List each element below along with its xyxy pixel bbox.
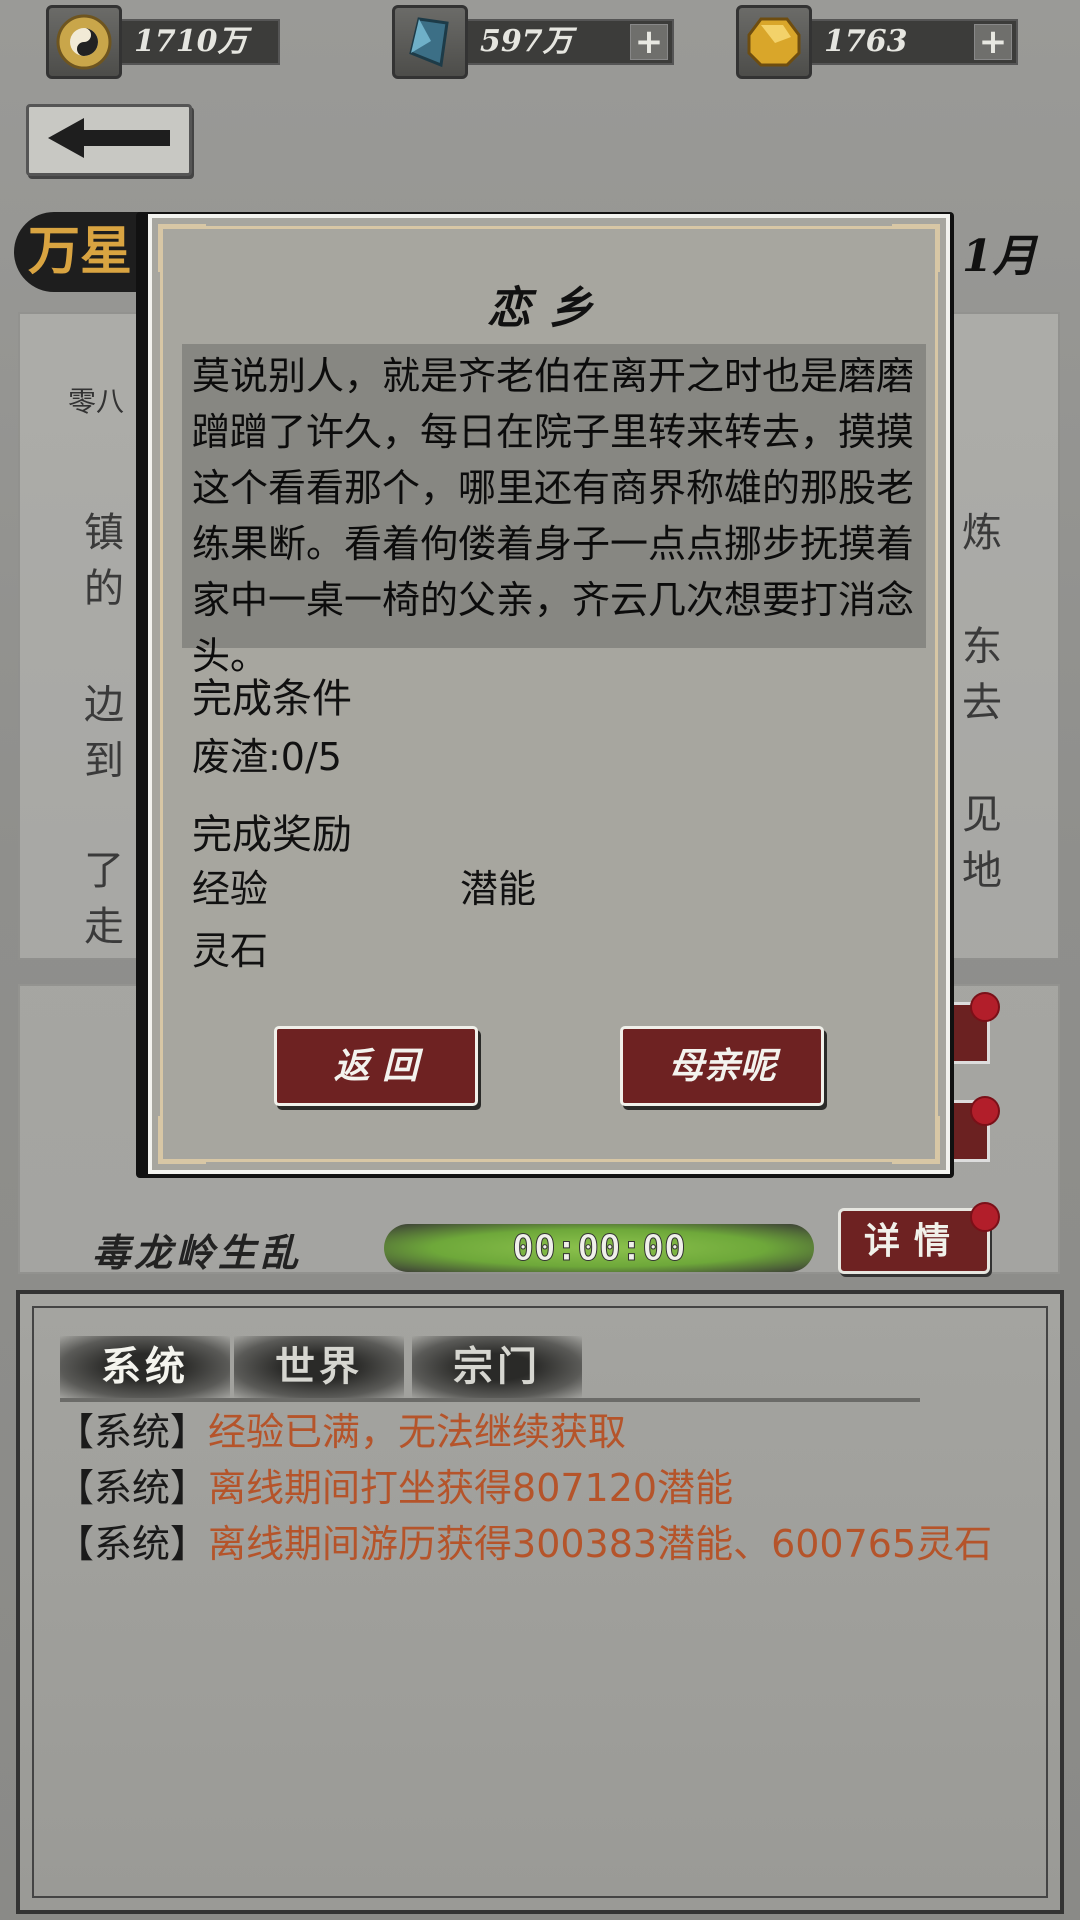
- tab-system[interactable]: 系统: [60, 1336, 230, 1398]
- frame-corner-ornament: [892, 224, 940, 272]
- add-gem-button[interactable]: +: [974, 24, 1012, 60]
- chat-message: 【系统】离线期间游历获得300383潜能、600765灵石: [56, 1516, 996, 1572]
- month-label: 1月: [962, 231, 1037, 282]
- story-text: 莫说别人，就是齐老伯在离开之时也是磨磨蹭蹭了许久，每日在院子里转来转去，摸摸这个…: [192, 354, 915, 678]
- chat-message: 【系统】离线期间打坐获得807120潜能: [56, 1460, 996, 1516]
- chat-message-body: 离线期间打坐获得807120潜能: [208, 1466, 734, 1510]
- frame-corner-ornament: [892, 1116, 940, 1164]
- reward-spirit-stone: 灵石: [192, 929, 269, 973]
- event-timer-bar: 00:00:00: [384, 1224, 814, 1272]
- resource-crystal: 597万 +: [392, 5, 674, 79]
- gold-gem-icon: [736, 5, 812, 79]
- back-arrow-icon: [44, 116, 174, 164]
- chat-message-body: 离线期间游历获得300383潜能、600765灵石: [208, 1522, 993, 1566]
- chat-message-tag: 【系统】: [56, 1466, 209, 1510]
- dialog-title: 恋乡: [487, 283, 611, 334]
- bg-text-right: 见: [962, 792, 1002, 838]
- event-name: 毒龙岭生乱: [92, 1230, 303, 1275]
- back-button[interactable]: [26, 104, 192, 176]
- bg-text-right: 东: [962, 624, 1002, 670]
- tab-world[interactable]: 世界: [234, 1336, 404, 1398]
- chat-message-tag: 【系统】: [56, 1410, 209, 1454]
- quest-dialog: 恋乡 莫说别人，就是齐老伯在离开之时也是磨磨蹭蹭了许久，每日在院子里转来转去，摸…: [148, 214, 950, 1174]
- detail-button[interactable]: 详情: [838, 1208, 990, 1274]
- blue-crystal-icon: [392, 5, 468, 79]
- bg-text-left: 了: [84, 848, 124, 894]
- event-timer: 00:00:00: [512, 1227, 686, 1269]
- chat-divider: [60, 1398, 920, 1402]
- tab-sect[interactable]: 宗门: [412, 1336, 582, 1398]
- chat-panel: 系统 世界 宗门: [16, 1290, 1064, 1914]
- bg-text-left: 走: [84, 904, 124, 950]
- return-button[interactable]: 返 回: [274, 1026, 478, 1106]
- chat-message-tag: 【系统】: [56, 1522, 209, 1566]
- reward-potential: 潜能: [460, 867, 537, 911]
- condition-label: 完成条件: [192, 676, 352, 722]
- bg-text-right: 去: [962, 680, 1002, 726]
- resource-gem: 1763 +: [736, 5, 1018, 79]
- gem-value: 1763: [824, 24, 908, 59]
- notification-dot: [970, 1202, 1000, 1232]
- bg-text-right: 地: [962, 848, 1002, 894]
- add-crystal-button[interactable]: +: [630, 24, 668, 60]
- reward-label: 完成奖励: [192, 812, 352, 858]
- page-title: 万星: [14, 212, 154, 292]
- taiji-coin-icon: [46, 5, 122, 79]
- chapter-label: 零八: [68, 385, 125, 418]
- reward-exp: 经验: [192, 867, 269, 911]
- notification-dot: [970, 992, 1000, 1022]
- bg-text-left: 边: [84, 682, 124, 728]
- condition-value: 废渣:0/5: [192, 735, 342, 779]
- notification-dot: [970, 1096, 1000, 1126]
- bg-text-left: 的: [84, 566, 124, 612]
- frame-corner-ornament: [158, 1116, 206, 1164]
- bg-text-left: 镇: [84, 510, 124, 556]
- chat-message-body: 经验已满，无法继续获取: [208, 1410, 627, 1454]
- bg-text-right: 炼: [962, 510, 1002, 556]
- crystal-value: 597万: [480, 24, 573, 59]
- taiji-value: 1710万: [116, 19, 280, 65]
- mother-button[interactable]: 母亲呢: [620, 1026, 824, 1106]
- chat-message: 【系统】经验已满，无法继续获取: [56, 1404, 996, 1460]
- resource-taiji: 1710万: [46, 5, 280, 79]
- frame-corner-ornament: [158, 224, 206, 272]
- bg-text-left: 到: [84, 738, 124, 784]
